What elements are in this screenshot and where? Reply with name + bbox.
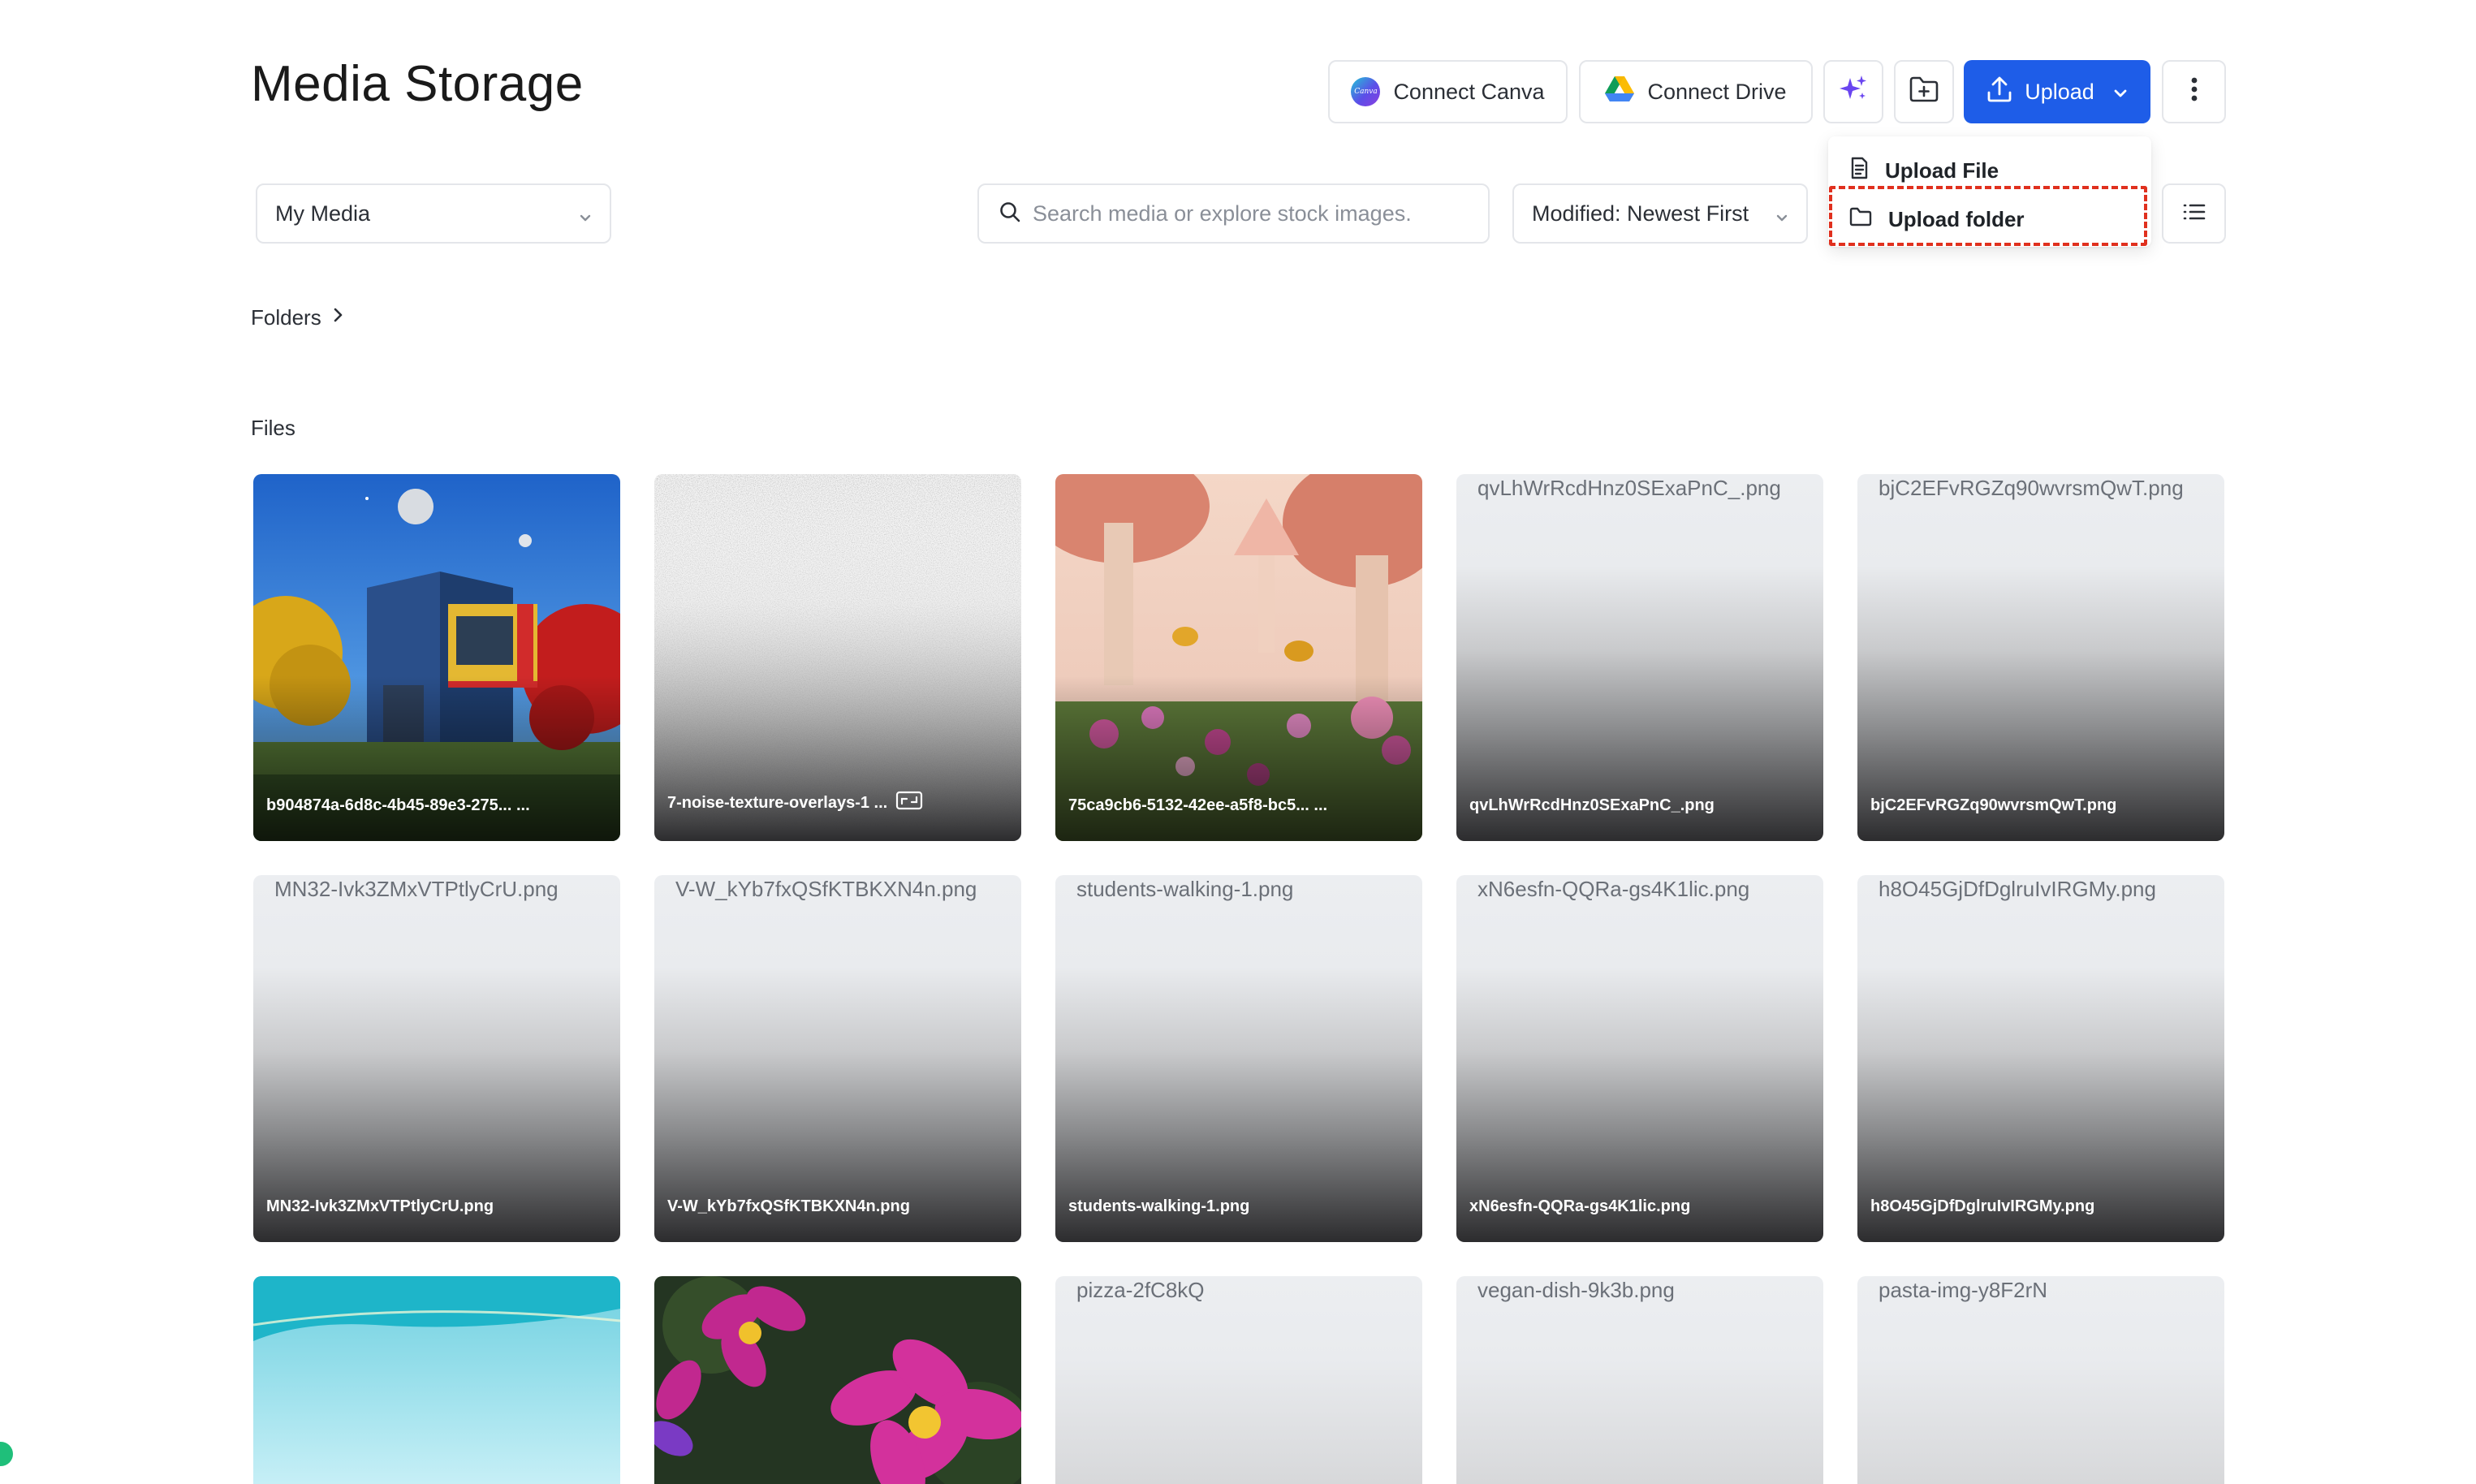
noise-texture-thumbnail-image (654, 474, 1021, 841)
broken-image-alt: xN6esfn-QQRa-gs4K1lic.png (1458, 877, 1749, 902)
garden-thumbnail-image (1055, 474, 1422, 841)
chevron-down-icon (577, 206, 593, 231)
file-card[interactable]: xN6esfn-QQRa-gs4K1lic.png xN6esfn-QQRa-g… (1456, 875, 1823, 1242)
file-name: bjC2EFvRGZq90wvrsmQwT.png (1870, 796, 2117, 814)
broken-image-icon (1057, 1280, 1076, 1301)
broken-image-alt: qvLhWrRcdHnz0SExaPnC_.png (1458, 476, 1781, 501)
broken-image-alt: MN32-Ivk3ZMxVTPtlyCrU.png (255, 877, 559, 902)
files-section-label: Files (251, 416, 295, 440)
media-source-select[interactable]: My Media (256, 183, 611, 244)
connect-drive-button[interactable]: Connect Drive (1579, 60, 1813, 123)
water-thumbnail-image (253, 1276, 620, 1484)
house-thumbnail-image (253, 474, 620, 841)
upload-button[interactable]: Upload (1964, 60, 2150, 123)
file-card[interactable]: MN32-Ivk3ZMxVTPtlyCrU.png MN32-Ivk3ZMxVT… (253, 875, 620, 1242)
file-card[interactable]: b904874a-6d8c-4b45-89e3-275... ... (253, 474, 620, 841)
broken-image-icon (1458, 478, 1477, 499)
image-overlay-icon (895, 791, 923, 815)
status-indicator (0, 1442, 13, 1466)
connect-canva-label: Connect Canva (1393, 79, 1545, 104)
file-card[interactable]: 7-noise-texture-overlays-1 ... (654, 474, 1021, 841)
file-name: xN6esfn-QQRa-gs4K1lic.png (1469, 1197, 1691, 1215)
canva-logo-icon: Canva (1351, 77, 1381, 106)
upload-icon (1986, 75, 2013, 109)
broken-image-icon (1859, 879, 1879, 900)
file-card[interactable]: bjC2EFvRGZq90wvrsmQwT.png bjC2EFvRGZq90w… (1857, 474, 2224, 841)
broken-image-icon (1057, 879, 1076, 900)
broken-image-alt: h8O45GjDfDglruIvIRGMy.png (1859, 877, 2156, 902)
file-name: b904874a-6d8c-4b45-89e3-275... ... (266, 796, 530, 814)
chevron-right-icon (331, 305, 344, 330)
more-vertical-icon (2191, 77, 2198, 107)
sort-select[interactable]: Modified: Newest First (1512, 183, 1808, 244)
folders-label: Folders (251, 305, 321, 330)
broken-image-alt: bjC2EFvRGZq90wvrsmQwT.png (1859, 476, 2184, 501)
broken-image-icon (1458, 1280, 1477, 1301)
broken-image-alt: V-W_kYb7fxQSfKTBKXN4n.png (656, 877, 977, 902)
flower-thumbnail-image (654, 1276, 1021, 1484)
broken-image-alt: pasta-img-y8F2rN (1859, 1278, 2047, 1303)
file-name: 7-noise-texture-overlays-1 ... (667, 791, 923, 815)
ai-generate-button[interactable] (1823, 60, 1883, 123)
list-view-button[interactable] (2162, 183, 2226, 244)
chevron-down-icon (1774, 206, 1790, 231)
file-card[interactable]: students-walking-1.png students-walking-… (1055, 875, 1422, 1242)
broken-image-icon (255, 879, 274, 900)
file-card[interactable] (654, 1276, 1021, 1484)
file-icon (1849, 157, 1869, 185)
page-title: Media Storage (251, 56, 584, 112)
list-icon (2183, 203, 2206, 225)
broken-image-icon (656, 879, 675, 900)
media-source-value: My Media (275, 201, 371, 226)
new-folder-button[interactable] (1894, 60, 1954, 123)
broken-image-alt: vegan-dish-9k3b.png (1458, 1278, 1675, 1303)
file-card[interactable]: 75ca9cb6-5132-42ee-a5f8-bc5... ... (1055, 474, 1422, 841)
broken-image-icon (1859, 478, 1879, 499)
file-name-text: 7-noise-texture-overlays-1 ... (667, 793, 888, 812)
broken-image-icon (1458, 879, 1477, 900)
file-name: V-W_kYb7fxQSfKTBKXN4n.png (667, 1197, 910, 1215)
search-box[interactable] (977, 183, 1490, 244)
search-input[interactable] (1033, 201, 1469, 226)
file-name: h8O45GjDfDglruIvIRGMy.png (1870, 1197, 2095, 1215)
upload-file-label: Upload File (1885, 157, 1999, 183)
file-card[interactable]: pasta-img-y8F2rN (1857, 1276, 2224, 1484)
connect-canva-button[interactable]: Canva Connect Canva (1328, 60, 1568, 123)
upload-dropdown-menu: Upload File Upload folder (1828, 136, 2151, 247)
folder-plus-icon (1909, 75, 1939, 109)
upload-folder-label: Upload folder (1888, 206, 2025, 231)
file-name: qvLhWrRcdHnz0SExaPnC_.png (1469, 796, 1715, 814)
file-card[interactable]: qvLhWrRcdHnz0SExaPnC_.png qvLhWrRcdHnz0S… (1456, 474, 1823, 841)
file-card[interactable] (253, 1276, 620, 1484)
upload-file-menu-item[interactable]: Upload File (1828, 146, 2151, 195)
folders-link[interactable]: Folders (251, 305, 344, 330)
file-card[interactable]: pizza-2fC8kQ (1055, 1276, 1422, 1484)
file-card[interactable]: vegan-dish-9k3b.png (1456, 1276, 1823, 1484)
broken-image-icon (1859, 1280, 1879, 1301)
broken-image-alt: students-walking-1.png (1057, 877, 1293, 902)
upload-label: Upload (2025, 79, 2094, 104)
file-name: students-walking-1.png (1068, 1197, 1250, 1215)
connect-drive-label: Connect Drive (1647, 79, 1787, 104)
file-card[interactable]: h8O45GjDfDglruIvIRGMy.png h8O45GjDfDglru… (1857, 875, 2224, 1242)
google-drive-icon (1605, 75, 1635, 108)
sparkles-icon (1837, 73, 1870, 111)
more-options-button[interactable] (2162, 60, 2226, 123)
file-name: 75ca9cb6-5132-42ee-a5f8-bc5... ... (1068, 796, 1328, 814)
chevron-down-icon (2112, 80, 2129, 105)
upload-folder-menu-item[interactable]: Upload folder (1828, 195, 2151, 244)
file-name: MN32-Ivk3ZMxVTPtlyCrU.png (266, 1197, 494, 1215)
sort-value: Modified: Newest First (1532, 201, 1749, 226)
search-icon (999, 201, 1021, 227)
broken-image-alt: pizza-2fC8kQ (1057, 1278, 1205, 1303)
file-card[interactable]: V-W_kYb7fxQSfKTBKXN4n.png V-W_kYb7fxQSfK… (654, 875, 1021, 1242)
folder-icon (1849, 207, 1872, 232)
